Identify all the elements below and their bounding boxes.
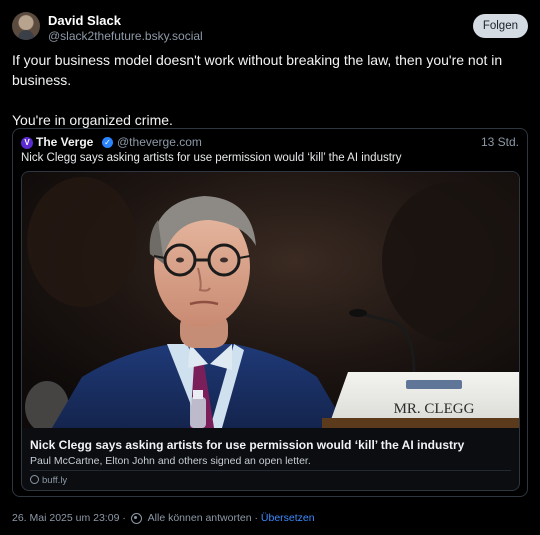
reply-settings-icon <box>130 512 142 524</box>
link-card[interactable]: MR. CLEGG Nick Clegg says asking artists… <box>21 171 520 491</box>
quoted-post[interactable]: V The Verge ✓ @theverge.com 13 Std. Nick… <box>12 128 528 497</box>
post-text: If your business model doesn't work with… <box>12 52 503 128</box>
author-handle[interactable]: @slack2thefuture.bsky.social <box>48 29 203 43</box>
reply-settings[interactable]: Alle können antworten <box>148 512 252 524</box>
separator: · <box>122 512 126 525</box>
link-card-divider <box>30 470 511 471</box>
post-date: 26. Mai 2025 um 23:09 <box>12 512 120 525</box>
verified-badge-icon: ✓ <box>102 137 113 148</box>
link-card-image: MR. CLEGG <box>22 172 519 428</box>
link-card-title[interactable]: Nick Clegg says asking artists for use p… <box>30 438 511 452</box>
post-footer: 26. Mai 2025 um 23:09 · Alle können antw… <box>12 512 315 524</box>
translate-link[interactable]: Übersetzen <box>261 512 315 524</box>
quoted-timestamp[interactable]: 13 Std. <box>481 135 519 149</box>
author-name[interactable]: David Slack <box>48 13 121 28</box>
separator: · <box>254 512 259 525</box>
globe-icon <box>30 475 39 484</box>
avatar[interactable] <box>12 12 40 40</box>
quoted-author-handle[interactable]: @theverge.com <box>117 135 202 149</box>
verge-logo-icon: V <box>21 137 33 149</box>
link-card-description: Paul McCartne, Elton John and others sig… <box>30 455 311 467</box>
link-card-domain[interactable]: buff.ly <box>30 475 67 486</box>
post-header: David Slack @slack2thefuture.bsky.social… <box>12 12 528 46</box>
quoted-author-name[interactable]: The Verge <box>36 135 93 149</box>
quoted-post-header: V The Verge ✓ @theverge.com 13 Std. <box>21 135 519 151</box>
post: David Slack @slack2thefuture.bsky.social… <box>0 0 540 535</box>
nameplate-text: MR. CLEGG <box>394 401 475 417</box>
follow-button[interactable]: Folgen <box>472 14 528 38</box>
quoted-post-text: Nick Clegg says asking artists for use p… <box>21 152 402 164</box>
link-card-domain-text: buff.ly <box>42 475 68 486</box>
